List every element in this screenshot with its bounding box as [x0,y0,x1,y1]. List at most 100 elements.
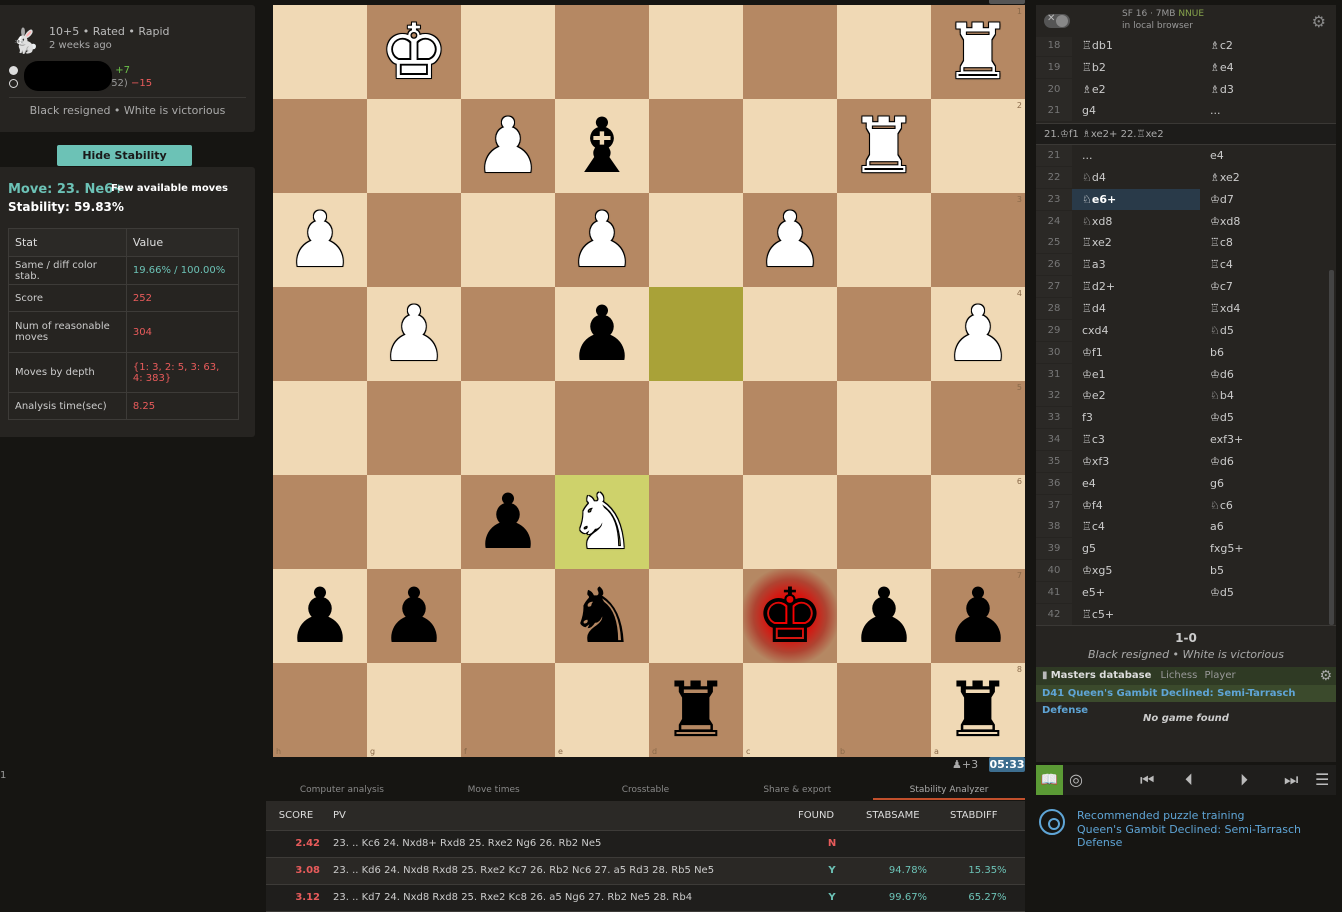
board-square[interactable]: 5 [931,381,1025,475]
explorer-tab-masters[interactable]: Masters database [1051,670,1152,681]
board-square[interactable]: 3 [931,193,1025,287]
black-move[interactable]: ♔d5 [1200,407,1328,428]
board-square[interactable]: 6 [931,475,1025,569]
table-row[interactable]: 3.08 23. .. Kd6 24. Nxd8 Rxd8 25. Rxe2 K… [266,857,1025,885]
board-square[interactable]: ♜ 1 [931,5,1025,99]
board-square[interactable] [837,5,931,99]
explorer-tab-lichess[interactable]: Lichess [1161,670,1198,681]
board-square[interactable]: 2 [931,99,1025,193]
menu-icon[interactable]: ☰ [1315,770,1329,789]
black-move[interactable]: ♔c7 [1200,276,1328,297]
board-square[interactable] [461,569,555,663]
black-rook-icon[interactable]: ♜ [649,663,743,757]
board-square[interactable]: ♟ [555,287,649,381]
board-square[interactable] [461,381,555,475]
black-move[interactable]: ♔d5 [1200,582,1328,603]
white-move[interactable]: ♗e2 [1072,79,1200,100]
black-move[interactable] [1200,604,1328,625]
board-square[interactable] [461,5,555,99]
gear-icon[interactable]: ⚙ [1312,12,1326,31]
board-square[interactable] [649,475,743,569]
black-move[interactable]: ♔d6 [1200,364,1328,385]
black-king-icon[interactable]: ♚ [743,569,837,663]
tab-computer-analysis[interactable]: Computer analysis [266,782,418,800]
white-move[interactable]: ♔xg5 [1072,560,1200,581]
board-square[interactable] [649,287,743,381]
black-move[interactable]: b5 [1200,560,1328,581]
board-square[interactable] [273,381,367,475]
board-square[interactable] [649,569,743,663]
white-rook-icon[interactable]: ♜ [837,99,931,193]
board-square[interactable] [273,5,367,99]
board-square[interactable]: ♜ d [649,663,743,757]
board-square[interactable] [649,193,743,287]
board-square[interactable] [743,5,837,99]
white-move[interactable]: g5 [1072,538,1200,559]
black-move[interactable]: ♔xd8 [1200,211,1328,232]
black-move[interactable]: ... [1200,100,1328,121]
tab-share-export[interactable]: Share & export [721,782,873,800]
white-move[interactable]: e5+ [1072,582,1200,603]
board-square[interactable] [367,475,461,569]
explorer-tab-player[interactable]: Player [1205,670,1236,681]
white-move[interactable]: ... [1072,145,1200,166]
table-row[interactable]: 3.12 23. .. Kd7 24. Nxd8 Rxd8 25. Rxe2 K… [266,884,1025,912]
board-square[interactable]: f [461,663,555,757]
black-move[interactable]: e4 [1200,145,1328,166]
white-move[interactable]: g4 [1072,100,1200,121]
black-pawn-icon[interactable]: ♟ [273,569,367,663]
board-square[interactable]: h [273,663,367,757]
board-square[interactable] [649,5,743,99]
board-square[interactable]: ♞ [555,569,649,663]
puzzle-recommendation[interactable]: Recommended puzzle training Queen's Gamb… [1036,806,1336,849]
table-row[interactable]: 2.42 23. .. Kc6 24. Nxd8+ Rxd8 25. Rxe2 … [266,830,1025,858]
white-move[interactable]: ♖d4 [1072,298,1200,319]
board-square[interactable]: ♜ 8 a [931,663,1025,757]
board-square[interactable] [367,99,461,193]
white-move[interactable]: ♘e6+ [1072,188,1200,210]
white-move[interactable]: f3 [1072,407,1200,428]
white-knight-icon[interactable]: ♞ [555,475,649,569]
white-move[interactable]: ♔xf3 [1072,451,1200,472]
black-move[interactable]: g6 [1200,473,1328,494]
black-move[interactable]: ♖c8 [1200,232,1328,253]
last-move-icon[interactable]: ⏭ [1284,770,1298,790]
white-move[interactable]: ♖c4 [1072,516,1200,537]
board-square[interactable] [273,287,367,381]
white-move[interactable]: ♔f1 [1072,342,1200,363]
white-move[interactable]: ♔f4 [1072,495,1200,516]
board-square[interactable] [461,193,555,287]
move-list-scrollbar[interactable] [1329,270,1334,625]
board-square[interactable]: ♟ 4 [931,287,1025,381]
white-move[interactable]: ♖c3 [1072,429,1200,450]
variation-line[interactable]: 21.♔f1 ♗xe2+ 22.♖xe2 [1036,123,1336,145]
white-pawn-icon[interactable]: ♟ [461,99,555,193]
board-square[interactable] [273,99,367,193]
board-square[interactable] [649,381,743,475]
black-move[interactable]: ♗e4 [1200,57,1328,78]
white-move[interactable]: ♖xe2 [1072,232,1200,253]
board-square[interactable]: b [837,663,931,757]
black-move[interactable]: a6 [1200,516,1328,537]
board-square[interactable]: ♟ [743,193,837,287]
black-move[interactable]: ♗c2 [1200,37,1328,56]
engine-toggle[interactable]: ✕ [1044,13,1070,28]
gear-icon[interactable]: ⚙ [1319,667,1332,685]
black-move[interactable]: ♖xd4 [1200,298,1328,319]
board-square[interactable] [743,99,837,193]
board-square[interactable]: g [367,663,461,757]
white-pawn-icon[interactable]: ♟ [273,193,367,287]
tab-move-times[interactable]: Move times [418,782,570,800]
white-move[interactable]: ♖db1 [1072,37,1200,56]
board-square[interactable]: ♟ [837,569,931,663]
white-move[interactable]: e4 [1072,473,1200,494]
black-move[interactable]: ♔d7 [1200,189,1328,210]
board-square[interactable]: ♟ 7 [931,569,1025,663]
board-square[interactable]: ♚ [367,5,461,99]
board-square[interactable]: ♟ [367,287,461,381]
board-square[interactable]: ♜ [837,99,931,193]
black-move[interactable]: ♔d6 [1200,451,1328,472]
board-square[interactable] [837,381,931,475]
white-king-icon[interactable]: ♚ [367,5,461,99]
white-move[interactable]: ♔e1 [1072,364,1200,385]
